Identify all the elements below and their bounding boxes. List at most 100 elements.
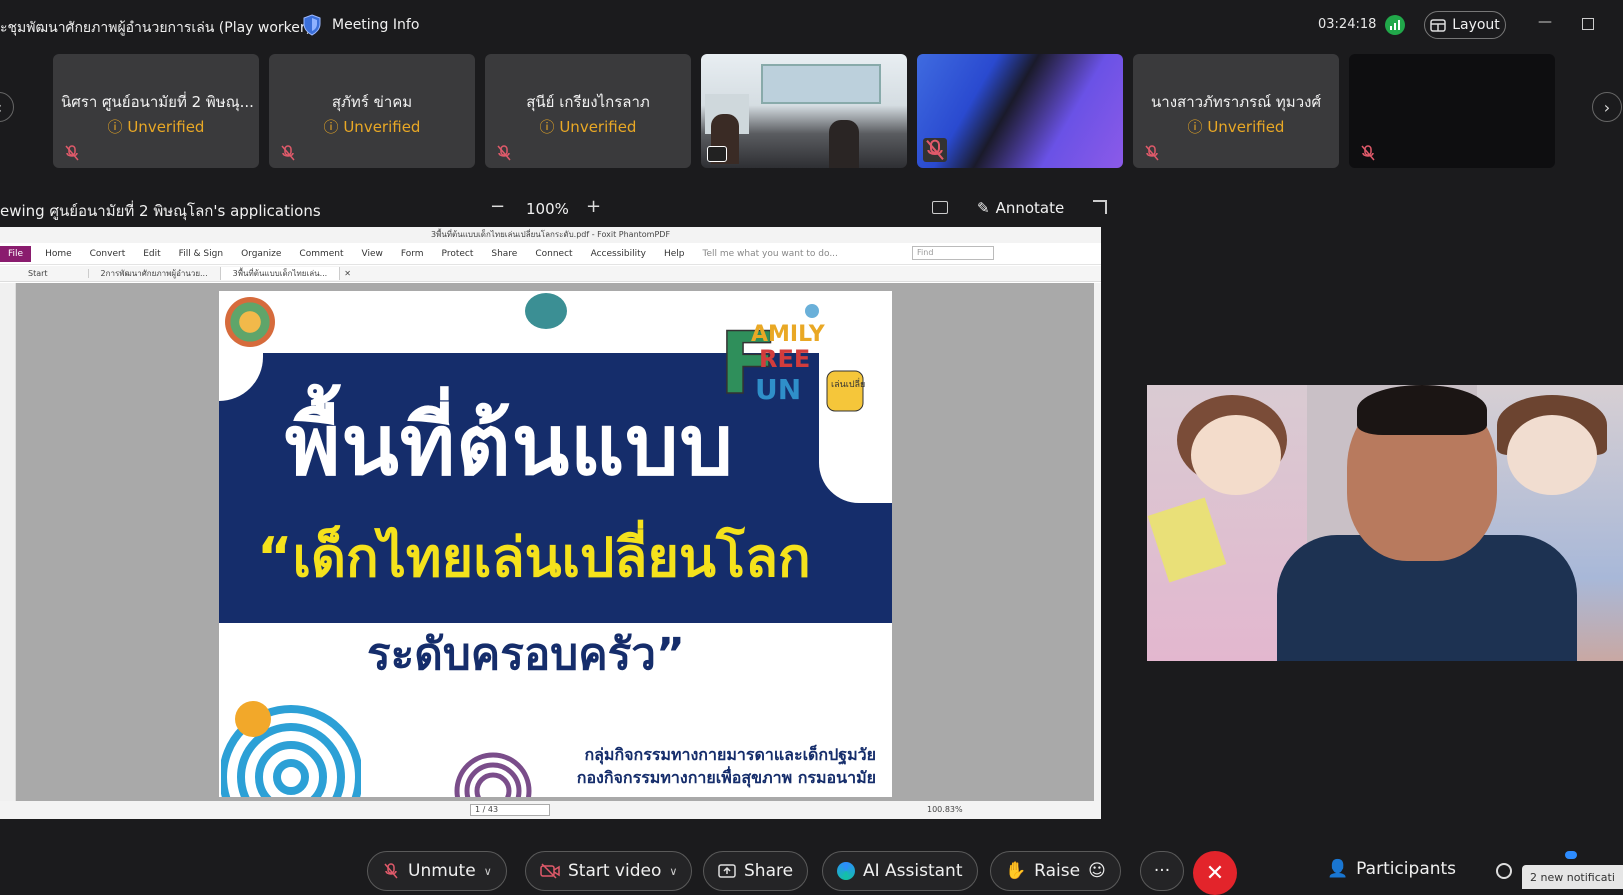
menu-home[interactable]: Home — [45, 249, 72, 259]
room-banner-image — [761, 64, 881, 104]
unverified-badge: ⓘ Unverified — [107, 118, 205, 136]
meeting-topbar: ะชุมพัฒนาศักยภาพผู้อำนวยการเล่น (Play wo… — [0, 0, 1623, 52]
menu-help[interactable]: Help — [664, 249, 685, 259]
menu-protect[interactable]: Protect — [442, 249, 474, 259]
pdf-zoom-percent: 100.83% — [927, 805, 963, 814]
reaction-icon[interactable]: ☺ — [1088, 861, 1106, 881]
fullscreen-icon[interactable] — [1093, 200, 1107, 214]
menu-comment[interactable]: Comment — [299, 249, 343, 259]
participant-tile[interactable] — [1349, 54, 1555, 168]
zoom-out-button[interactable]: − — [490, 196, 505, 217]
ai-assistant-icon — [837, 862, 855, 880]
pen-icon: ✎ — [977, 199, 990, 217]
mic-muted-icon — [1145, 145, 1159, 161]
menu-organize[interactable]: Organize — [241, 249, 281, 259]
participants-button[interactable]: 👤 Participants — [1327, 859, 1456, 879]
ring-decoration-icon — [221, 701, 361, 797]
notification-toast[interactable]: 2 new notificati — [1522, 865, 1623, 889]
svg-text:AMILY: AMILY — [751, 322, 826, 347]
zoom-in-button[interactable]: + — [586, 196, 601, 217]
menu-connect[interactable]: Connect — [535, 249, 572, 259]
menu-view[interactable]: View — [362, 249, 383, 259]
cartoon-face-image — [1507, 415, 1597, 495]
tell-me-input[interactable]: Tell me what you want to do... — [703, 249, 838, 259]
annotate-label: Annotate — [995, 199, 1065, 217]
unverified-badge: ⓘ Unverified — [539, 118, 637, 136]
speaker-video[interactable] — [1147, 385, 1623, 661]
tab-start[interactable]: Start — [0, 269, 89, 278]
layout-button[interactable]: Layout — [1424, 11, 1506, 39]
menu-edit[interactable]: Edit — [143, 249, 160, 259]
slide-subheadline-2: ระดับครอบครัว” — [367, 629, 685, 680]
chevron-down-icon[interactable]: ∨ — [484, 865, 492, 878]
participant-video-tile[interactable] — [917, 54, 1123, 168]
annotate-button[interactable]: ✎ Annotate — [977, 199, 1064, 217]
close-icon: ✕ — [1205, 860, 1225, 886]
menu-file[interactable]: File — [0, 245, 32, 262]
chevron-down-icon[interactable]: ∨ — [669, 865, 677, 878]
raise-hand-button[interactable]: ✋ Raise ☺ — [990, 851, 1121, 891]
meeting-clock: 03:24:18 — [1318, 17, 1377, 32]
speaker-hair-image — [1357, 385, 1487, 435]
menu-form[interactable]: Form — [401, 249, 424, 259]
participant-tile[interactable]: สุภัทร์ ข่าคม ⓘ Unverified — [269, 54, 475, 168]
meeting-info-label: Meeting Info — [332, 17, 420, 33]
share-button[interactable]: Share — [703, 851, 809, 891]
family-free-fun-logo: F AMILY REE UN เล่นเปลี่ยนโลก — [718, 304, 865, 415]
hand-icon: ✋ — [1005, 861, 1027, 881]
participant-tile[interactable]: สุนีย์ เกรียงไกรลาภ ⓘ Unverified — [485, 54, 691, 168]
foxit-find-input[interactable]: Find — [912, 246, 994, 260]
mic-muted-icon — [923, 138, 947, 162]
shield-icon — [303, 14, 321, 36]
slide-org-line-2: กองกิจกรรมทางกายเพื่อสุขภาพ กรมอนามัย — [576, 768, 876, 787]
slide-subheadline: “เด็กไทยเล่นเปลี่ยนโลก — [257, 526, 811, 589]
share-label: Share — [744, 861, 794, 881]
foxit-title-bar: 3พื้นที่ต้นแบบเด็กไทยเล่นเปลี่ยนโลกระดับ… — [0, 227, 1101, 243]
menu-fill-sign[interactable]: Fill & Sign — [179, 249, 223, 259]
restore-window-icon[interactable] — [1582, 18, 1594, 30]
remote-control-icon[interactable] — [932, 201, 948, 214]
participant-tile[interactable]: นางสาวภัทราภรณ์ ทุมวงศ์ ⓘ Unverified — [1133, 54, 1339, 168]
start-video-button[interactable]: Start video ∨ — [525, 851, 693, 891]
notification-dot-icon — [1565, 851, 1577, 859]
ring-decoration-icon — [454, 752, 532, 797]
mic-muted-icon — [1361, 145, 1375, 161]
raise-label: Raise — [1034, 861, 1081, 881]
layout-icon — [1430, 18, 1446, 32]
mic-muted-icon — [384, 863, 398, 879]
unmute-button[interactable]: Unmute ∨ — [367, 851, 507, 891]
department-logo-icon — [525, 293, 567, 329]
tab-document-2[interactable]: 2การพัฒนาศักยภาพผู้อำนวย... — [89, 267, 221, 280]
participant-video-tile[interactable] — [701, 54, 907, 168]
participant-tile[interactable]: นิศรา ศูนย์อนามัยที่ 2 พิษณุ... ⓘ Unveri… — [53, 54, 259, 168]
network-signal-icon[interactable] — [1385, 15, 1405, 35]
more-options-button[interactable]: ··· — [1140, 851, 1184, 891]
meeting-info-button[interactable]: Meeting Info — [302, 14, 419, 36]
unmute-label: Unmute — [408, 861, 476, 881]
tab-document-3[interactable]: 3พื้นที่ต้นแบบเด็กไทยเล่น... — [220, 267, 341, 280]
foxit-side-toolbar[interactable] — [0, 283, 16, 801]
pdf-scrollbar[interactable] — [1094, 283, 1101, 801]
menu-accessibility[interactable]: Accessibility — [591, 249, 646, 259]
viewing-label: ewing ศูนย์อนามัยที่ 2 พิษณุโลก's applic… — [0, 202, 321, 220]
foxit-tabs: Start 2การพัฒนาศักยภาพผู้อำนวย... 3พื้นท… — [0, 266, 1101, 282]
minimize-window-icon[interactable]: — — [1538, 14, 1552, 34]
page-indicator[interactable]: 1 / 43 — [470, 804, 550, 816]
sun-logo-icon — [225, 297, 275, 347]
strip-prev-arrow-icon[interactable]: ‹ — [0, 92, 14, 122]
slide-org-line-1: กลุ่มกิจกรรมทางกายมารดาและเด็กปฐมวัย — [584, 745, 876, 764]
menu-share[interactable]: Share — [491, 249, 517, 259]
screen-share-bar: ewing ศูนย์อนามัยที่ 2 พิษณุโลก's applic… — [0, 196, 1107, 224]
participant-name: นางสาวภัทราภรณ์ ทุมวงศ์ — [1151, 93, 1321, 111]
menu-convert[interactable]: Convert — [90, 249, 126, 259]
zoom-value: 100% — [526, 200, 569, 218]
close-tab-icon[interactable]: ✕ — [340, 269, 355, 278]
start-video-label: Start video — [568, 861, 662, 881]
mic-muted-icon — [65, 145, 79, 161]
leave-meeting-button[interactable]: ✕ — [1193, 851, 1237, 895]
participant-name: สุภัทร์ ข่าคม — [331, 93, 413, 111]
slide-headline: พื้นที่ต้นแบบ — [285, 396, 734, 494]
ai-assistant-button[interactable]: AI Assistant — [822, 851, 978, 891]
strip-next-arrow-icon[interactable]: › — [1592, 92, 1622, 122]
mic-muted-icon — [497, 145, 511, 161]
